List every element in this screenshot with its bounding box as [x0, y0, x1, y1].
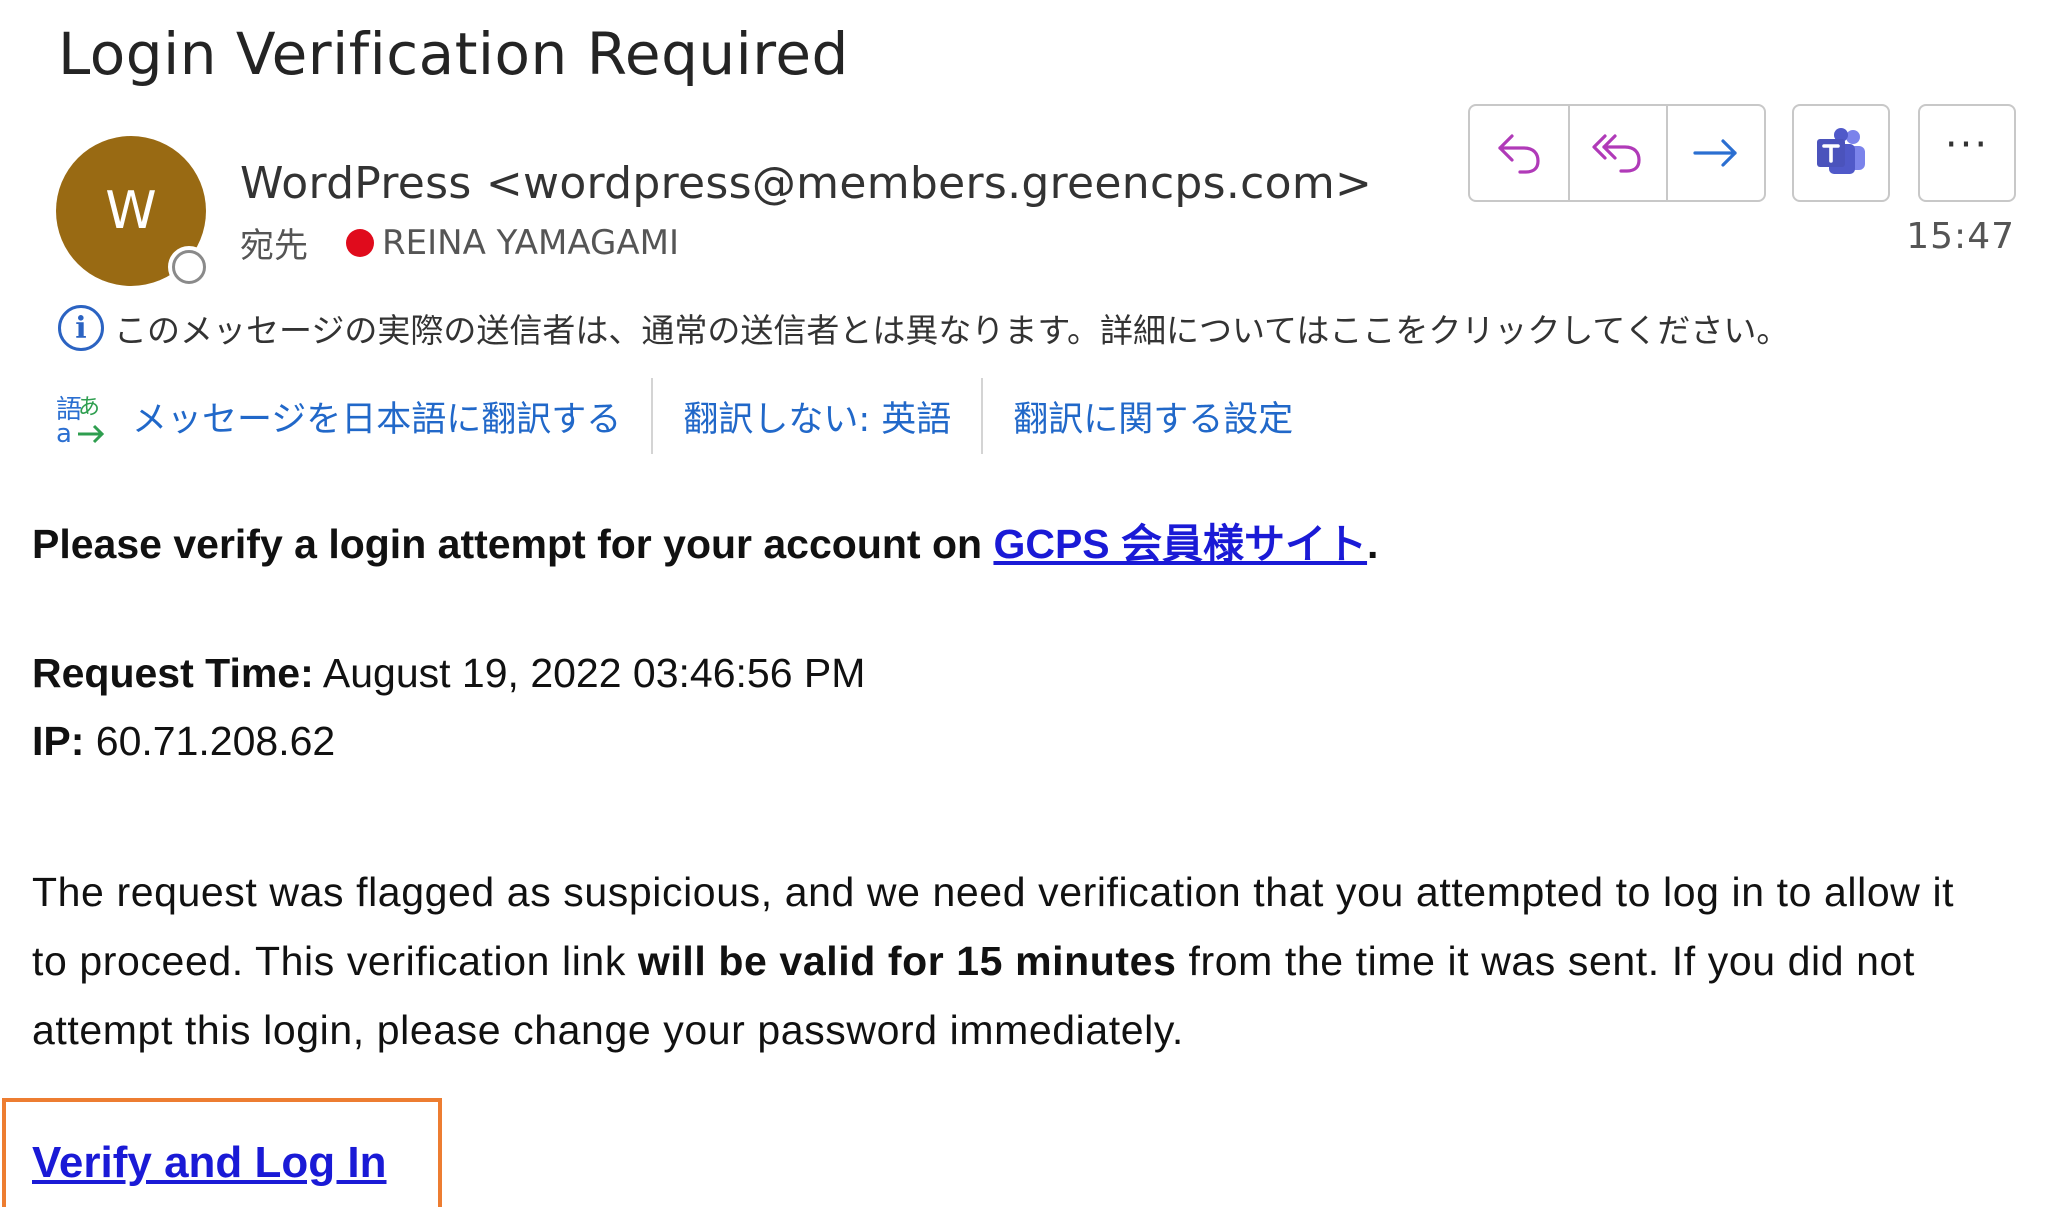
sender-warning-notice[interactable]: i このメッセージの実際の送信者は、通常の送信者とは異なります。詳細についてはこ…: [58, 304, 1789, 352]
intro-line: Please verify a login attempt for your a…: [32, 510, 1378, 570]
ip-value: 60.71.208.62: [84, 718, 336, 764]
teams-icon: [1817, 128, 1865, 174]
ip-line: IP: 60.71.208.62: [32, 718, 335, 765]
teams-button[interactable]: [1792, 104, 1890, 202]
intro-text: Please verify a login attempt for your a…: [32, 521, 994, 567]
sender-name[interactable]: WordPress <wordpress@members.greencps.co…: [240, 158, 1372, 209]
reply-all-button[interactable]: [1568, 106, 1666, 200]
reply-icon: [1498, 134, 1540, 174]
divider: [651, 378, 654, 454]
more-actions-button[interactable]: ···: [1918, 104, 2016, 202]
verify-and-login-link[interactable]: Verify and Log In: [32, 1138, 387, 1188]
reply-all-icon: [1592, 134, 1641, 173]
recipient-status-dot: [346, 228, 374, 257]
translation-bar: 語 あ a メッセージを日本語に翻訳する 翻訳しない: 英語 翻訳に関する設定: [54, 378, 1293, 454]
forward-button[interactable]: [1666, 106, 1764, 200]
to-label: 宛先: [240, 226, 308, 266]
more-icon: ···: [1944, 122, 1990, 168]
forward-icon: [1693, 139, 1737, 167]
ip-label: IP:: [32, 718, 85, 764]
paragraph-bold-text: will be valid for 15 minutes: [637, 938, 1177, 984]
request-time-line: Request Time: August 19, 2022 03:46:56 P…: [32, 650, 865, 697]
recipient-line: 宛先 REINA YAMAGAMI: [240, 218, 679, 267]
reply-button-group: [1468, 104, 1766, 202]
email-subject: Login Verification Required: [58, 20, 849, 88]
info-icon: i: [58, 305, 104, 351]
translate-icon: 語 あ a: [56, 395, 105, 444]
dont-translate-link[interactable]: 翻訳しない: 英語: [683, 391, 951, 442]
request-time-label: Request Time:: [32, 650, 314, 696]
email-reading-pane: Login Verification Required W WordPress …: [0, 0, 2047, 1207]
recipient-name[interactable]: REINA YAMAGAMI: [382, 223, 679, 263]
svg-text:あ: あ: [78, 395, 100, 420]
svg-text:a: a: [56, 419, 72, 444]
divider: [981, 378, 984, 454]
reply-button[interactable]: [1470, 106, 1568, 200]
translation-settings-link[interactable]: 翻訳に関する設定: [1013, 391, 1293, 442]
warning-paragraph: The request was flagged as suspicious, a…: [32, 858, 1992, 1065]
translate-message-link[interactable]: メッセージを日本語に翻訳する: [132, 391, 621, 442]
avatar-initial: W: [105, 181, 157, 241]
sender-warning-text[interactable]: このメッセージの実際の送信者は、通常の送信者とは異なります。詳細についてはここを…: [114, 304, 1789, 352]
site-link[interactable]: GCPS 会員様サイト: [993, 521, 1367, 567]
presence-status-icon: [168, 246, 210, 288]
intro-period: .: [1367, 521, 1379, 567]
request-time-value: August 19, 2022 03:46:56 PM: [313, 650, 866, 696]
received-time: 15:47: [1906, 216, 2015, 257]
